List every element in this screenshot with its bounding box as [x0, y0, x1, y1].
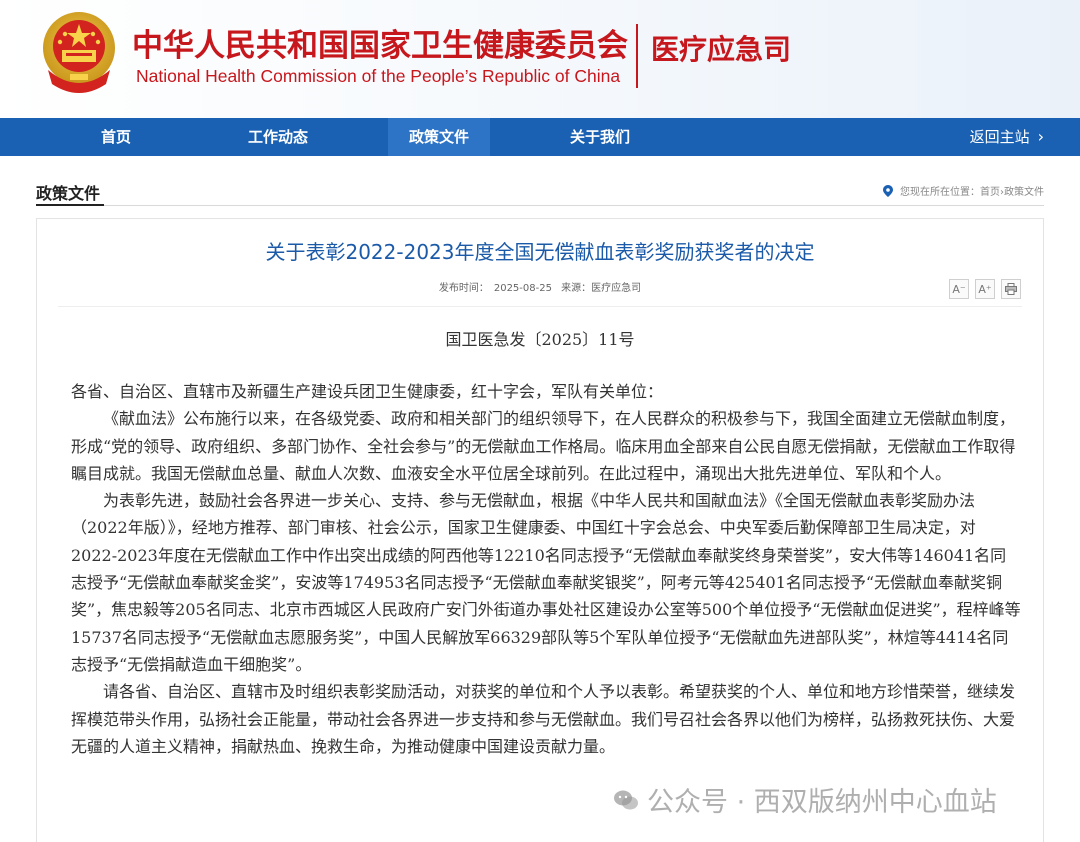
wechat-watermark: 公众号 · 西双版纳州中心血站: [613, 780, 997, 819]
meta-divider: [58, 306, 1022, 307]
document-number: 国卫医急发〔2025〕11号: [445, 330, 635, 349]
article-title: 关于表彰2022-2023年度全国无偿献血表彰奖励获奖者的决定: [265, 240, 815, 264]
sub-site-title: 医疗应急司: [651, 33, 792, 66]
nav-item-about[interactable]: 关于我们: [556, 118, 644, 156]
article-tools: A⁻ A⁺: [949, 279, 1021, 299]
watermark-text: 公众号 · 西双版纳州中心血站: [647, 787, 997, 818]
nav-item-work-news[interactable]: 工作动态: [232, 118, 324, 156]
section-title-underline: [36, 204, 104, 206]
article-paragraph: 请各省、自治区、直辖市及时组织表彰奖励活动，对获奖的单位和个人予以表彰。希望获奖…: [71, 682, 1016, 756]
breadcrumb: 您现在所在位置：首页›政策文件: [883, 183, 1044, 198]
article-paragraph: 为表彰先进，鼓励社会各界进一步关心、支持、参与无偿献血，根据《中华人民共和国献血…: [71, 491, 1021, 674]
back-to-main-site-link[interactable]: 返回主站 ›: [970, 118, 1044, 156]
nav-item-policy[interactable]: 政策文件: [388, 118, 490, 156]
article-source: 来源：医疗应急司: [561, 283, 642, 294]
nav-item-home[interactable]: 首页: [78, 118, 154, 156]
print-icon: [1005, 283, 1017, 295]
article-body: 各省、自治区、直辖市及新疆生产建设兵团卫生健康委，红十字会，军队有关单位： 《献…: [71, 378, 1021, 760]
article-meta: 发布时间： 2025-08-25 来源：医疗应急司: [0, 279, 1080, 294]
location-pin-icon: [883, 184, 893, 197]
section-divider: [36, 205, 1044, 206]
site-title-cn: 中华人民共和国国家卫生健康委员会: [132, 28, 628, 64]
national-emblem-icon: [43, 12, 115, 93]
breadcrumb-text[interactable]: 您现在所在位置：首页›政策文件: [900, 183, 1044, 198]
chevron-right-icon: ›: [1037, 127, 1044, 146]
back-to-main-site-label: 返回主站: [969, 128, 1030, 146]
header-divider: [636, 24, 638, 88]
article-paragraph: 《献血法》公布施行以来，在各级党委、政府和相关部门的组织领导下，在人民群众的积极…: [71, 409, 1016, 483]
print-button[interactable]: [1001, 279, 1021, 299]
font-increase-button[interactable]: A⁺: [975, 279, 995, 299]
wechat-icon: [614, 790, 638, 809]
font-decrease-button[interactable]: A⁻: [949, 279, 969, 299]
article-paragraph-addressee: 各省、自治区、直辖市及新疆生产建设兵团卫生健康委，红十字会，军队有关单位：: [71, 382, 664, 401]
publish-date: 发布时间： 2025-08-25: [438, 283, 552, 294]
site-header: 中华人民共和国国家卫生健康委员会 National Health Commiss…: [0, 0, 1080, 118]
main-nav: 首页 工作动态 政策文件 关于我们 返回主站 ›: [0, 118, 1080, 156]
section-title: 政策文件: [36, 184, 101, 203]
site-title-en: National Health Commission of the People…: [136, 66, 621, 86]
